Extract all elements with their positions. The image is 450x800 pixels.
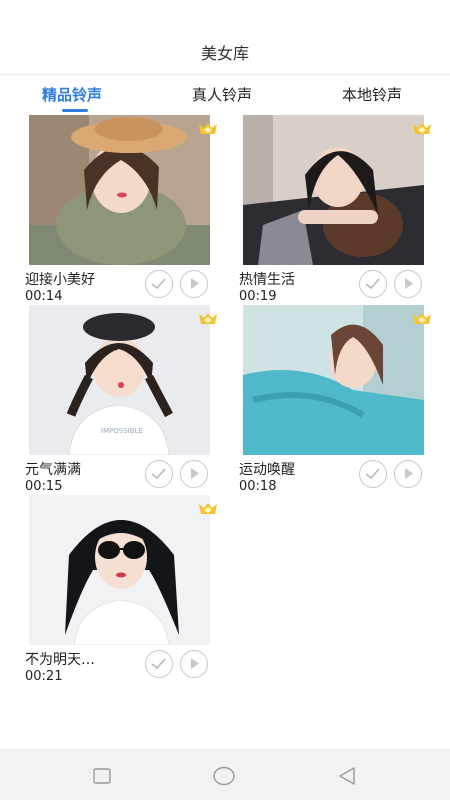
crown-badge-icon <box>199 123 217 134</box>
ringtone-duration: 00:19 <box>239 289 277 304</box>
crown-badge-icon <box>413 123 431 134</box>
ringtone-name: 热情生活 <box>239 272 295 288</box>
svg-text:IMPOSSIBLE: IMPOSSIBLE <box>101 427 143 435</box>
active-tab-indicator <box>62 109 88 112</box>
ringtone-card[interactable]: 迎接小美好 00:14 <box>25 115 225 305</box>
ringtone-card[interactable]: 不为明天… 00:21 <box>25 495 225 685</box>
tab-local-ringtones[interactable]: 本地铃声 <box>342 84 402 105</box>
play-icon <box>191 658 199 669</box>
check-icon <box>151 658 166 670</box>
ringtone-name: 元气满满 <box>25 462 81 478</box>
ringtone-name: 迎接小美好 <box>25 272 95 288</box>
play-icon <box>191 468 199 479</box>
select-button[interactable] <box>359 270 387 298</box>
ringtone-name: 运动唤醒 <box>239 462 295 478</box>
select-button[interactable] <box>145 650 173 678</box>
play-button[interactable] <box>180 270 208 298</box>
ringtone-name: 不为明天… <box>25 652 95 668</box>
crown-badge-icon <box>199 313 217 324</box>
page-title: 美女库 <box>200 44 249 63</box>
cover-image <box>29 115 210 265</box>
ringtone-duration: 00:18 <box>239 479 277 494</box>
play-button[interactable] <box>394 460 422 488</box>
play-icon <box>405 278 413 289</box>
play-icon <box>405 468 413 479</box>
cover-image: IMPOSSIBLE <box>29 305 210 455</box>
tab-premium-ringtones[interactable]: 精品铃声 <box>42 84 102 105</box>
ringtone-card[interactable]: IMPOSSIBLE 元气满满 00:15 <box>25 305 225 495</box>
select-button[interactable] <box>145 270 173 298</box>
crown-badge-icon <box>199 503 217 514</box>
cover-image <box>29 495 210 645</box>
select-button[interactable] <box>145 460 173 488</box>
play-button[interactable] <box>180 650 208 678</box>
play-button[interactable] <box>180 460 208 488</box>
play-button[interactable] <box>394 270 422 298</box>
check-icon <box>151 278 166 290</box>
square-recent-apps-icon[interactable] <box>90 764 114 788</box>
play-icon <box>191 278 199 289</box>
check-icon <box>365 468 380 480</box>
title-bar: 美女库 <box>0 0 450 75</box>
ringtone-duration: 00:15 <box>25 479 63 494</box>
tab-real-voice-ringtones[interactable]: 真人铃声 <box>192 84 252 105</box>
select-button[interactable] <box>359 460 387 488</box>
circle-home-icon[interactable] <box>212 764 236 788</box>
check-icon <box>365 278 380 290</box>
cover-image <box>243 115 424 265</box>
crown-badge-icon <box>413 313 431 324</box>
ringtone-duration: 00:21 <box>25 669 63 684</box>
ringtone-duration: 00:14 <box>25 289 63 304</box>
triangle-back-icon[interactable] <box>335 764 359 788</box>
ringtone-card[interactable]: 运动唤醒 00:18 <box>239 305 439 495</box>
tab-bar: 精品铃声 真人铃声 本地铃声 <box>0 76 450 114</box>
ringtone-card[interactable]: 热情生活 00:19 <box>239 115 439 305</box>
system-navigation-bar <box>0 749 450 800</box>
cover-image <box>243 305 424 455</box>
check-icon <box>151 468 166 480</box>
